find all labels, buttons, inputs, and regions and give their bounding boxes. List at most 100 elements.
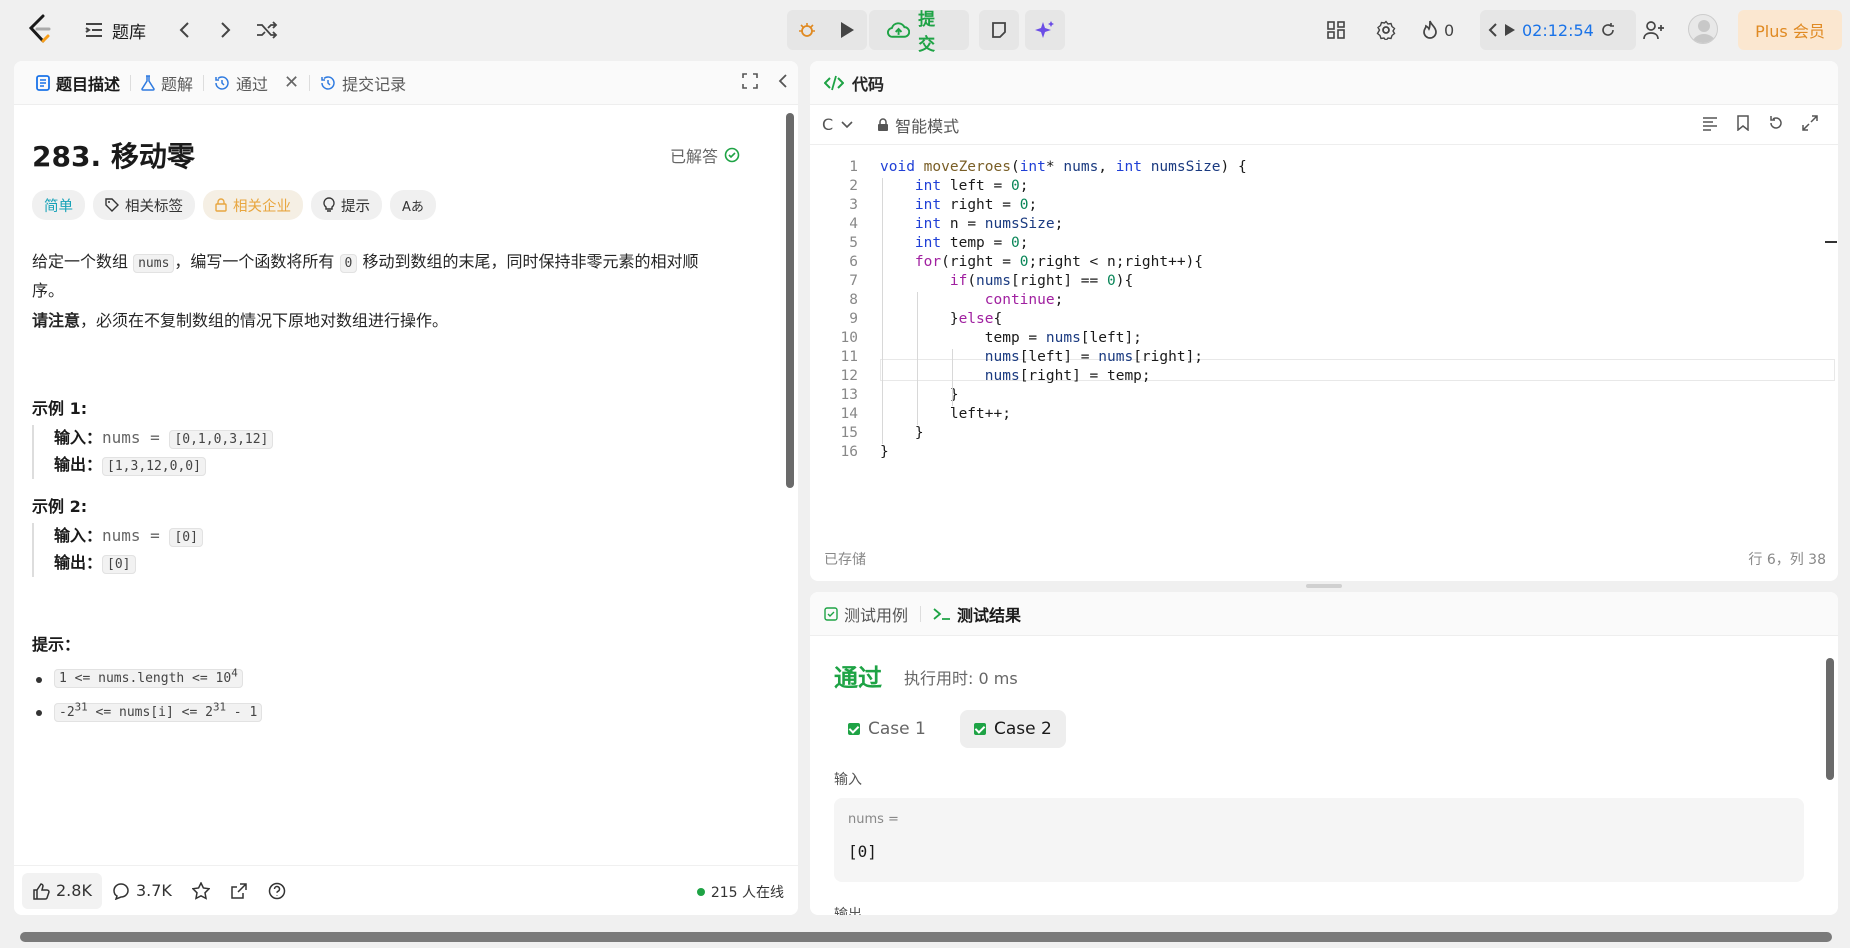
code-line[interactable]: }else{ [880, 311, 1002, 327]
example-1-heading: 示例 1: [32, 399, 88, 418]
case-1-tab[interactable]: Case 1 [834, 710, 940, 748]
tab-testcases-label: 测试用例 [844, 605, 909, 625]
note-bold: 请注意 [32, 311, 81, 330]
inline-code: nums [133, 254, 175, 273]
debug-button[interactable] [787, 10, 827, 50]
prev-problem-button[interactable] [172, 18, 196, 42]
tab-description[interactable]: 题目描述 [26, 61, 130, 105]
code-line[interactable]: if(nums[right] == 0){ [880, 273, 1133, 289]
note-text: ，必须在不复制数组的情况下原地对数组进行操作。 [80, 311, 449, 330]
expand-icon[interactable] [1802, 115, 1818, 131]
reset-icon[interactable] [1600, 22, 1616, 38]
layout-button[interactable] [1324, 18, 1348, 42]
code-line[interactable]: void moveZeroes(int* nums, int numsSize)… [880, 159, 1247, 175]
leetcode-logo[interactable] [26, 14, 54, 44]
case-1-label: Case 1 [868, 719, 926, 739]
chevron-left-icon[interactable] [1488, 23, 1498, 37]
translate-tag[interactable]: Aあ [390, 190, 436, 220]
comment-count: 3.7K [135, 881, 172, 900]
input-box: nums = [0] [834, 798, 1804, 882]
tab-accepted[interactable]: 通过 ✕ [204, 61, 309, 105]
favorite-button[interactable] [182, 873, 220, 909]
code-line[interactable]: } [880, 425, 924, 441]
code-line[interactable]: for(right = 0;right < n;right++){ [880, 254, 1203, 270]
bookmark-icon[interactable] [1736, 115, 1750, 131]
streak-counter[interactable]: 0 [1422, 17, 1454, 43]
code-editor[interactable]: 1 void moveZeroes(int* nums, int numsSize… [810, 153, 1835, 533]
chevron-left-icon [179, 22, 189, 38]
tab-test-result[interactable]: 测试结果 [933, 602, 1021, 626]
code-line[interactable]: } [880, 387, 959, 403]
case-2-tab[interactable]: Case 2 [960, 710, 1066, 748]
tab-testcases[interactable]: 测试用例 [824, 602, 908, 626]
code-line[interactable]: int temp = 0; [880, 235, 1029, 251]
shuffle-icon [257, 21, 278, 39]
fullscreen-icon[interactable] [742, 73, 758, 89]
line-number: 10 [840, 330, 858, 346]
plus-membership-button[interactable]: Plus 会员 [1738, 10, 1842, 50]
editor-scroll-marker [1825, 241, 1837, 243]
flask-icon [141, 74, 155, 91]
statement-text: ，编写一个函数将所有 [174, 252, 335, 271]
tab-test-result-label: 测试结果 [957, 605, 1022, 625]
test-scrollbar[interactable] [1826, 658, 1834, 780]
constraint-text: <= nums[i] <= 2 [87, 704, 213, 720]
constraint-sup: 31 [74, 700, 88, 714]
case-2-label: Case 2 [994, 719, 1052, 739]
code-line[interactable]: left++; [880, 406, 1011, 422]
input-label: 输入 [834, 772, 862, 788]
run-button[interactable] [827, 10, 867, 50]
format-icon[interactable] [1702, 115, 1718, 131]
online-count: 215 人在线 [710, 885, 784, 901]
random-problem-button[interactable] [254, 18, 280, 42]
problemset-link[interactable]: 题库 [84, 15, 146, 45]
line-number: 7 [849, 273, 858, 289]
companies-tag[interactable]: 相关企业 [203, 190, 303, 220]
horizontal-scrollbar[interactable] [20, 932, 1832, 942]
code-line[interactable]: continue; [880, 292, 1064, 308]
line-number: 6 [849, 254, 858, 270]
collapse-icon[interactable] [778, 73, 788, 89]
language-select[interactable]: C [822, 115, 853, 134]
close-icon[interactable]: ✕ [284, 72, 299, 93]
code-line[interactable]: nums[right] = temp; [880, 368, 1151, 384]
code-line[interactable]: int left = 0; [880, 178, 1029, 194]
input-value: [0] [169, 528, 203, 547]
runtime: 执行用时: 0 ms [904, 669, 1018, 688]
play-icon[interactable] [1504, 23, 1516, 37]
code-line[interactable]: temp = nums[left]; [880, 330, 1142, 346]
tab-accepted-label: 通过 [236, 74, 269, 94]
description-scrollbar[interactable] [786, 113, 794, 488]
panel-resize-handle[interactable] [1306, 584, 1342, 588]
related-topics-tag[interactable]: 相关标签 [93, 190, 195, 220]
description-panel: 题目描述 题解 通过 ✕ 提交记录 283. 移动零 已解答 简单 相关标签 相… [14, 61, 798, 915]
settings-button[interactable] [1374, 18, 1398, 42]
hint-label: 提示 [341, 198, 370, 215]
lock-icon [878, 117, 889, 131]
smart-mode-toggle[interactable]: 智能模式 [877, 113, 959, 137]
thumbs-up-icon [33, 882, 50, 900]
code-line[interactable]: int right = 0; [880, 197, 1037, 213]
code-line[interactable]: nums[left] = nums[right]; [880, 349, 1203, 365]
avatar[interactable] [1688, 14, 1718, 44]
invite-button[interactable] [1640, 16, 1668, 44]
tab-submissions[interactable]: 提交记录 [310, 61, 416, 105]
play-icon [841, 22, 854, 38]
tab-solutions[interactable]: 题解 [131, 61, 203, 105]
hint-tag[interactable]: 提示 [311, 190, 382, 220]
notes-button[interactable] [979, 10, 1019, 50]
next-problem-button[interactable] [214, 18, 238, 42]
input-var-value: [0] [848, 842, 877, 861]
code-line[interactable]: int n = numsSize; [880, 216, 1063, 232]
ai-assistant-button[interactable] [1025, 10, 1065, 50]
check-circle-icon [724, 147, 740, 163]
submit-button[interactable]: 提交 [869, 10, 969, 55]
run-group [787, 10, 867, 50]
help-button[interactable] [258, 873, 296, 909]
document-icon [36, 74, 50, 91]
like-button[interactable]: 2.8K [22, 872, 102, 909]
comments-button[interactable]: 3.7K [102, 873, 182, 909]
code-line[interactable]: } [880, 444, 889, 460]
undo-icon[interactable] [1768, 115, 1784, 131]
share-button[interactable] [220, 873, 258, 909]
